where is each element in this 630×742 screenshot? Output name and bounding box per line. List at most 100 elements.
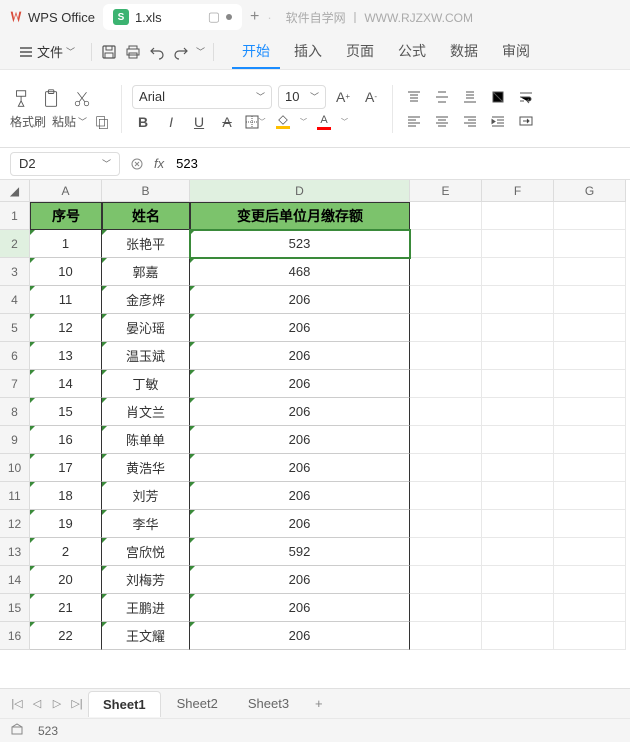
row-header[interactable]: 11 [0, 482, 30, 510]
row-header[interactable]: 12 [0, 510, 30, 538]
italic-button[interactable]: I [160, 111, 182, 133]
cell[interactable]: 丁敏 [102, 370, 190, 398]
align-middle-icon[interactable] [431, 86, 453, 108]
status-icon[interactable] [10, 722, 24, 739]
undo-button[interactable] [148, 43, 166, 61]
header-cell[interactable]: 姓名 [102, 202, 190, 230]
column-header[interactable]: B [102, 180, 190, 202]
cell[interactable] [410, 510, 482, 538]
row-header[interactable]: 4 [0, 286, 30, 314]
cell[interactable]: 张艳平 [102, 230, 190, 258]
underline-button[interactable]: U [188, 111, 210, 133]
tab-window-icon[interactable]: ▢ [208, 9, 220, 25]
column-header[interactable]: E [410, 180, 482, 202]
cell[interactable] [482, 258, 554, 286]
cell[interactable] [410, 566, 482, 594]
sheet-tab-2[interactable]: Sheet2 [163, 691, 232, 716]
cell[interactable]: 206 [190, 594, 410, 622]
cell[interactable] [410, 454, 482, 482]
cell[interactable] [482, 230, 554, 258]
new-tab-button[interactable]: + [250, 8, 259, 26]
cell[interactable]: 王鹏进 [102, 594, 190, 622]
row-header[interactable]: 14 [0, 566, 30, 594]
cell[interactable] [554, 258, 626, 286]
cell[interactable]: 郭嘉 [102, 258, 190, 286]
cell[interactable]: 李华 [102, 510, 190, 538]
cell[interactable]: 206 [190, 286, 410, 314]
cell[interactable] [482, 622, 554, 650]
cell[interactable]: 15 [30, 398, 102, 426]
cell[interactable] [482, 398, 554, 426]
cell[interactable]: 206 [190, 370, 410, 398]
sheet-tab-3[interactable]: Sheet3 [234, 691, 303, 716]
cell[interactable] [410, 258, 482, 286]
cell[interactable] [410, 482, 482, 510]
cell[interactable] [410, 202, 482, 230]
align-right-icon[interactable] [459, 110, 481, 132]
name-box[interactable]: D2 ﹀ [10, 152, 120, 176]
cell[interactable] [554, 370, 626, 398]
row-header[interactable]: 2 [0, 230, 30, 258]
font-size-select[interactable]: 10﹀ [278, 85, 326, 109]
cell[interactable]: 金彦烨 [102, 286, 190, 314]
cell[interactable] [554, 230, 626, 258]
strikethrough-button[interactable]: A [216, 111, 238, 133]
more-dropdown[interactable]: ﹀ [196, 45, 205, 58]
cell[interactable] [410, 370, 482, 398]
cell[interactable] [410, 622, 482, 650]
row-header[interactable]: 5 [0, 314, 30, 342]
cell[interactable] [482, 454, 554, 482]
cell[interactable] [554, 314, 626, 342]
row-header[interactable]: 1 [0, 202, 30, 230]
cell[interactable]: 12 [30, 314, 102, 342]
cell[interactable] [482, 314, 554, 342]
cell[interactable] [410, 230, 482, 258]
cell[interactable] [482, 342, 554, 370]
decrease-font-icon[interactable]: A- [360, 86, 382, 108]
column-header[interactable]: D [190, 180, 410, 202]
next-sheet-icon[interactable]: ▷ [48, 695, 66, 713]
cell[interactable]: 13 [30, 342, 102, 370]
tab-start[interactable]: 开始 [232, 35, 280, 69]
paste-label[interactable]: 粘贴﹀ [52, 113, 87, 130]
cell[interactable] [482, 482, 554, 510]
row-header[interactable]: 15 [0, 594, 30, 622]
cell[interactable]: 2 [30, 538, 102, 566]
cell[interactable]: 206 [190, 342, 410, 370]
cell[interactable] [482, 538, 554, 566]
cell[interactable] [482, 202, 554, 230]
cell[interactable]: 21 [30, 594, 102, 622]
row-header[interactable]: 13 [0, 538, 30, 566]
fx-label[interactable]: fx [154, 156, 164, 171]
first-sheet-icon[interactable]: |◁ [8, 695, 26, 713]
cell[interactable] [482, 594, 554, 622]
row-header[interactable]: 16 [0, 622, 30, 650]
cut-icon[interactable] [70, 87, 94, 111]
align-bottom-icon[interactable] [459, 86, 481, 108]
formula-input[interactable] [172, 152, 620, 176]
border-button[interactable]: ﹀ [244, 111, 266, 133]
cell[interactable] [554, 482, 626, 510]
tab-formula[interactable]: 公式 [388, 35, 436, 69]
cell[interactable]: 黄浩华 [102, 454, 190, 482]
cell[interactable] [482, 426, 554, 454]
cell[interactable] [554, 594, 626, 622]
column-header[interactable]: A [30, 180, 102, 202]
cell[interactable]: 11 [30, 286, 102, 314]
column-header[interactable]: G [554, 180, 626, 202]
cell[interactable] [410, 398, 482, 426]
cancel-icon[interactable] [128, 152, 146, 176]
file-tab[interactable]: S 1.xls ▢ [103, 4, 242, 30]
align-center-icon[interactable] [431, 110, 453, 132]
row-header[interactable]: 3 [0, 258, 30, 286]
column-header[interactable]: F [482, 180, 554, 202]
cell[interactable]: 523 [190, 230, 410, 258]
row-header[interactable]: 8 [0, 398, 30, 426]
cell[interactable]: 温玉斌 [102, 342, 190, 370]
redo-button[interactable] [172, 43, 190, 61]
fill-color-button[interactable] [272, 111, 294, 133]
decrease-indent-icon[interactable] [487, 110, 509, 132]
align-left-icon[interactable] [403, 110, 425, 132]
cell[interactable] [554, 342, 626, 370]
merge-cells-icon[interactable] [515, 110, 537, 132]
